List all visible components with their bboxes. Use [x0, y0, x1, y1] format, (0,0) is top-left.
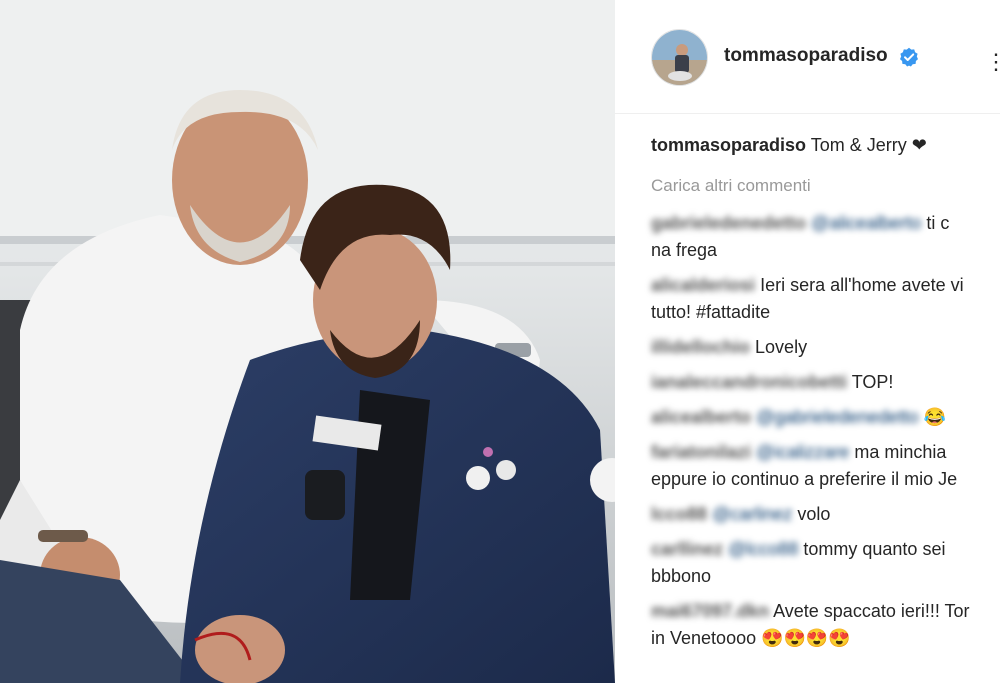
post-sidebar: tommasoparadiso ⋮ tommasoparadiso Tom & … [615, 0, 1000, 683]
comment-mention[interactable]: @icalizzare [756, 442, 849, 462]
more-options-icon[interactable]: ⋮ [985, 49, 1000, 75]
load-more-comments-button[interactable]: Carica altri commenti [651, 172, 811, 199]
avatar-image [652, 30, 707, 85]
list-item: ianaleccandronicobetti TOP! [651, 369, 893, 396]
comment-text: 😂 [923, 407, 946, 427]
comment-text: TOP! [851, 372, 894, 392]
list-item: alicealberto @gabrieledenedetto 😂 [651, 404, 946, 431]
verified-badge-icon [900, 47, 918, 67]
comment-text-continued: bbbono [651, 566, 712, 586]
comment-username[interactable]: lcco88 [651, 504, 707, 524]
list-item: alicalderiosi Ieri sera all'home avete v… [651, 272, 964, 299]
comment-text: Avete spaccato ieri!!! Tor [773, 601, 970, 621]
post-header: tommasoparadiso ⋮ [615, 0, 1000, 114]
comment-text: tommy quanto sei [803, 539, 946, 559]
comment-text-continued: tutto! #fattadite [651, 302, 771, 322]
list-item: gabrieledenedetto @alicealberto ti c [651, 210, 949, 237]
post-photo-illustration [0, 0, 615, 683]
comment-text: ma minchia [854, 442, 947, 462]
comment-username[interactable]: gabrieledenedetto [651, 213, 806, 233]
comment-text-continued: na frega [651, 240, 718, 260]
list-item: fariatonilazi @icalizzare ma minchia [651, 439, 946, 466]
comment-username[interactable]: alicealberto [651, 407, 751, 427]
list-item: illidellochio Lovely [651, 334, 807, 361]
avatar[interactable] [651, 29, 708, 86]
comment-mention[interactable]: @alicealberto [811, 213, 921, 233]
comment-mention[interactable]: @gabrieledenedetto [756, 407, 918, 427]
comment-username[interactable]: fariatonilazi [651, 442, 751, 462]
post-photo[interactable] [0, 0, 615, 683]
comment-username[interactable]: ianaleccandronicobetti [651, 372, 847, 392]
comment-text: Lovely [755, 337, 808, 357]
heart-emoji: ❤ [911, 135, 927, 155]
comment-mention[interactable]: @carlinez [712, 504, 792, 524]
comment-mention[interactable]: @lcco88 [728, 539, 798, 559]
comment-text: ti c [926, 213, 950, 233]
comment-username[interactable]: alicalderiosi [651, 275, 755, 295]
caption: tommasoparadiso Tom & Jerry ❤ [651, 132, 927, 159]
comment-username[interactable]: mai67097.dkn [651, 601, 769, 621]
post-username[interactable]: tommasoparadiso [724, 45, 888, 67]
comment-text-continued: in Venetoooo 😍😍😍😍 [651, 628, 851, 648]
comment-username[interactable]: illidellochio [651, 337, 750, 357]
list-item: lcco88 @carlinez volo [651, 501, 830, 528]
comment-text: Ieri sera all'home avete vi [760, 275, 964, 295]
caption-text: Tom & Jerry [810, 135, 907, 155]
comment-text: volo [797, 504, 831, 524]
caption-username[interactable]: tommasoparadiso [651, 135, 806, 155]
comment-text-continued: eppure io continuo a preferire il mio Je [651, 469, 958, 489]
comment-username[interactable]: carllinez [651, 539, 723, 559]
list-item: mai67097.dkn Avete spaccato ieri!!! Tor [651, 598, 970, 625]
list-item: carllinez @lcco88 tommy quanto sei [651, 536, 945, 563]
